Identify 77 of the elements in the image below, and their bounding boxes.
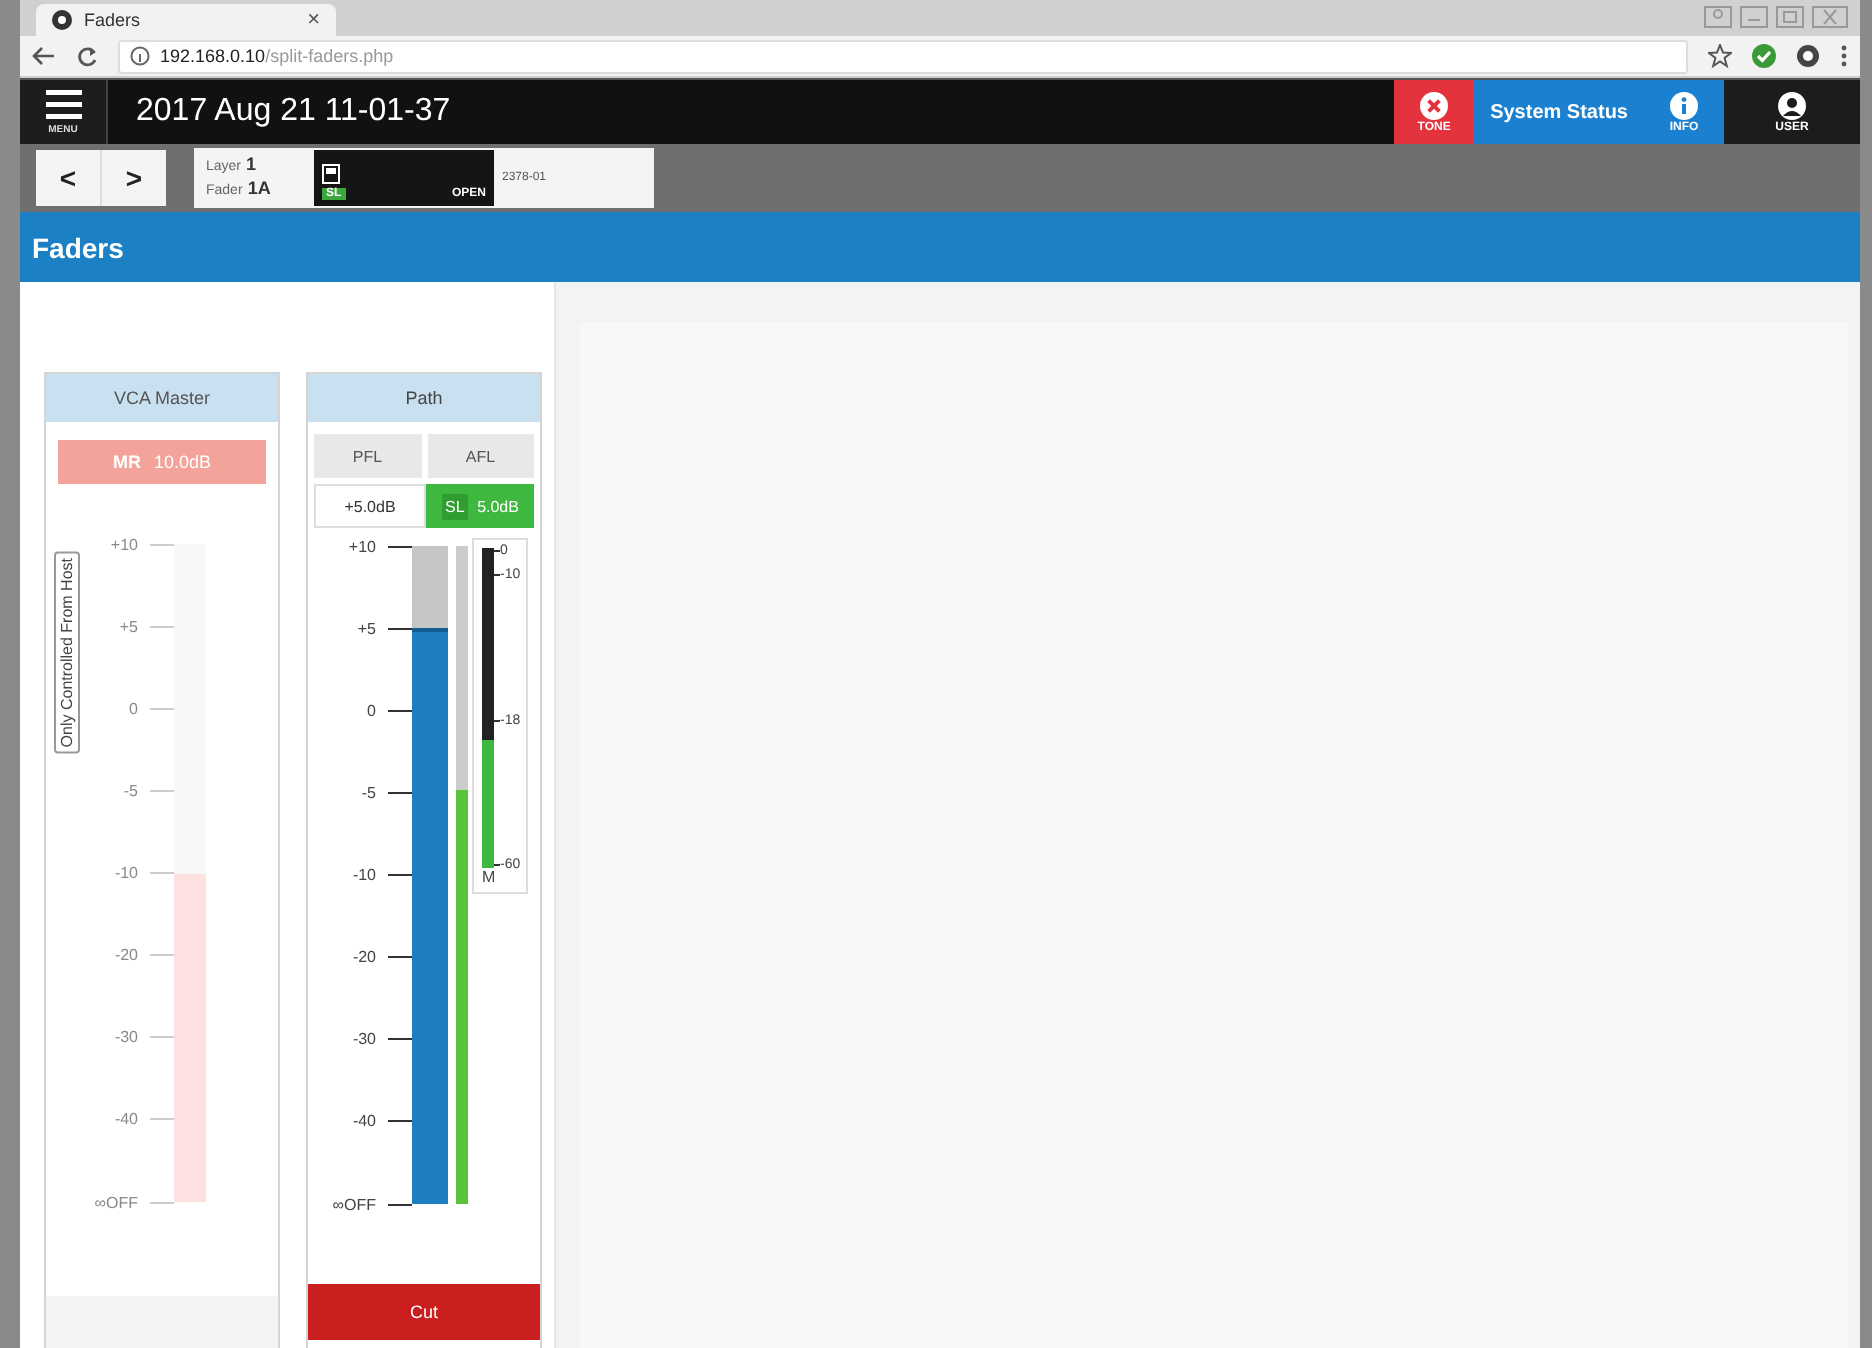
menu-icon <box>45 89 81 119</box>
scale-label: -30 <box>114 1028 138 1047</box>
sl-button[interactable]: SL 5.0dB <box>426 484 534 528</box>
tick-mark <box>150 872 174 874</box>
url-path: /split-faders.php <box>265 46 394 66</box>
gain-value: +5.0dB <box>314 484 426 528</box>
scale-label: +5 <box>119 617 138 636</box>
strip-title: Path <box>308 374 540 422</box>
scale-label: -5 <box>123 781 138 800</box>
scale-label: -10 <box>352 866 376 884</box>
scale-label: +10 <box>110 535 138 553</box>
user-icon <box>1704 6 1732 28</box>
tick-mark <box>388 545 412 547</box>
tick-mark <box>150 1036 174 1039</box>
scale-label: -5 <box>361 783 376 802</box>
date-time: 2017 Aug 21 11-01-37 <box>134 92 453 132</box>
tick-mark <box>388 874 412 876</box>
loudness-track[interactable] <box>482 548 494 868</box>
tick-mark <box>150 1201 174 1203</box>
scale-label: 0 <box>129 699 138 718</box>
tick-mark <box>388 956 412 959</box>
more-menu-icon <box>1840 44 1848 68</box>
maximize-icon <box>1776 6 1804 28</box>
user-icon <box>1778 91 1806 119</box>
tick-mark <box>150 543 174 545</box>
tick-mark <box>150 954 174 957</box>
tab-title: Faders <box>84 10 143 30</box>
host-control-label: Only Controlled From Host <box>54 552 80 754</box>
tick-mark <box>150 707 174 710</box>
scale-label: 0 <box>367 701 376 720</box>
scale-label: -10 <box>114 864 138 882</box>
tick-mark <box>494 719 500 722</box>
url-host: 192.168.0.10 <box>160 46 266 66</box>
scale-label: ∞OFF <box>94 1193 138 1211</box>
scale-label: ∞OFF <box>332 1195 376 1213</box>
tick-mark <box>150 625 174 628</box>
tick-mark <box>388 709 412 712</box>
previous-button[interactable]: < <box>36 150 100 206</box>
tick-mark <box>388 791 412 794</box>
meter-track[interactable] <box>456 546 468 1204</box>
extension-icon <box>1796 44 1820 68</box>
back-arrow-icon <box>32 46 56 66</box>
scale-label: -40 <box>352 1112 376 1131</box>
tick-mark <box>150 789 174 792</box>
close-tab-button[interactable]: × <box>307 8 320 32</box>
scale-label: -40 <box>114 1110 138 1129</box>
tick-mark <box>388 1203 412 1205</box>
tick-mark <box>388 1038 412 1041</box>
scale-label: +10 <box>348 537 376 555</box>
meter-label: M <box>482 868 498 886</box>
check-icon <box>1752 44 1776 68</box>
page-icon <box>52 10 72 30</box>
reload-icon <box>76 45 98 67</box>
browser-tab[interactable]: Faders × <box>36 4 336 36</box>
star-icon <box>1708 44 1732 68</box>
system-status-button[interactable]: System Status <box>1474 80 1644 144</box>
tick-mark <box>388 1120 412 1123</box>
cut-button[interactable]: Cut <box>308 1284 540 1340</box>
address-field[interactable]: 192.168.0.10/split-faders.php <box>118 39 1688 73</box>
scale-label: -20 <box>114 946 138 965</box>
channel-icon <box>322 164 340 184</box>
listen-button[interactable]: AFL <box>427 434 534 478</box>
scale-label: +5 <box>357 619 376 638</box>
close-circle-icon <box>1420 91 1449 119</box>
tick-mark <box>494 574 500 577</box>
listen-button[interactable]: PFL <box>314 434 421 478</box>
minimize-icon <box>1740 6 1768 28</box>
scale-label: -30 <box>352 1030 376 1049</box>
strip-title: VCA Master <box>46 374 278 422</box>
next-button[interactable]: > <box>102 150 166 206</box>
scale-label: -20 <box>352 948 376 967</box>
close-icon <box>1812 6 1848 28</box>
tick-mark <box>388 627 412 630</box>
page-title: Faders <box>20 212 1860 282</box>
info-icon <box>1670 91 1698 119</box>
tick-mark <box>150 1118 174 1121</box>
info-icon <box>130 46 150 66</box>
